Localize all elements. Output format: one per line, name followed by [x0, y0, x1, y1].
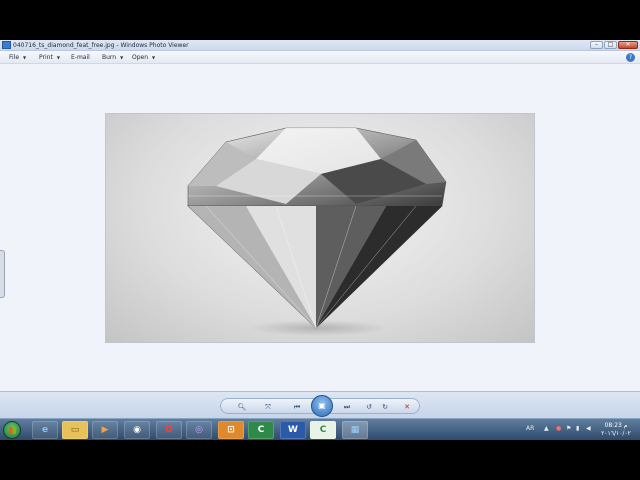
- antivirus-icon[interactable]: ●: [556, 425, 561, 432]
- photo-viewer-icon[interactable]: ▦: [342, 421, 368, 439]
- clock-date: ٢٠١٦/١٠/٠٢: [601, 430, 631, 437]
- photo-viewer-app-icon: [2, 41, 11, 49]
- opera-icon[interactable]: O: [156, 421, 182, 439]
- maximize-button[interactable]: □: [604, 41, 617, 49]
- internet-explorer-icon[interactable]: e: [32, 421, 58, 439]
- side-panel-handle[interactable]: [0, 250, 5, 298]
- menu-email[interactable]: E-mail: [71, 51, 90, 64]
- clock[interactable]: 08:23 م ٢٠١٦/١٠/٠٢: [596, 422, 636, 438]
- magnifier-icon[interactable]: 🔍︎: [233, 401, 251, 413]
- screen: 040716_ts_diamond_feat_free.jpg - Window…: [0, 0, 640, 480]
- delete-icon[interactable]: ✕: [401, 401, 413, 413]
- previous-icon[interactable]: ⏮: [289, 401, 305, 413]
- chrome-icon[interactable]: ◉: [124, 421, 150, 439]
- word-icon[interactable]: W: [280, 421, 306, 439]
- menu-open-label: Open: [132, 54, 149, 61]
- title-bar[interactable]: 040716_ts_diamond_feat_free.jpg - Window…: [0, 40, 640, 51]
- language-indicator[interactable]: AR: [526, 425, 534, 432]
- action-center-icon[interactable]: ⚑: [566, 425, 571, 432]
- chevron-down-icon: ▼: [152, 55, 156, 60]
- media-player-icon[interactable]: ▶: [92, 421, 118, 439]
- menu-file[interactable]: File ▼: [9, 51, 26, 64]
- chevron-down-icon: ▼: [56, 55, 60, 60]
- window-title: 040716_ts_diamond_feat_free.jpg - Window…: [13, 42, 189, 49]
- chevron-down-icon: ▼: [120, 55, 124, 60]
- close-window-button[interactable]: ✕: [618, 41, 638, 49]
- rotate-clockwise-icon[interactable]: ↻: [379, 401, 391, 413]
- fit-icon[interactable]: ⤧: [261, 401, 275, 413]
- system-tray: AR ▲ ● ⚑ ▮ ◀ 08:23 م ٢٠١٦/١٠/٠٢: [520, 419, 640, 441]
- minimize-button[interactable]: –: [590, 41, 603, 49]
- volume-icon[interactable]: ◀: [586, 425, 591, 432]
- start-button[interactable]: [3, 421, 21, 439]
- network-icon[interactable]: ▮: [576, 425, 579, 432]
- image-viewport: [0, 65, 640, 391]
- rotate-counterclockwise-icon[interactable]: ↺: [363, 401, 375, 413]
- menu-email-label: E-mail: [71, 54, 90, 61]
- camtasia-studio-icon[interactable]: C: [248, 421, 274, 439]
- menu-burn[interactable]: Burn ▼: [102, 51, 123, 64]
- menu-print[interactable]: Print ▼: [39, 51, 60, 64]
- slideshow-icon[interactable]: ▣: [311, 395, 333, 417]
- photo-viewer-window: 040716_ts_diamond_feat_free.jpg - Window…: [0, 40, 640, 418]
- taskbar: e ▭ ▶ ◉ O ◎ ⊡ C W C ▦ AR ▲ ● ⚑ ▮ ◀ 08:23…: [0, 418, 640, 440]
- menu-file-label: File: [9, 54, 20, 61]
- next-icon[interactable]: ⏭: [339, 401, 355, 413]
- help-icon[interactable]: ?: [626, 53, 635, 62]
- control-cluster: 🔍︎ ⤧ ⏮ ▣ ⏭ ↺ ↻ ✕: [220, 395, 420, 417]
- diamond-image: [187, 127, 447, 336]
- camtasia-icon[interactable]: C: [310, 421, 336, 439]
- playback-control-bar: 🔍︎ ⤧ ⏮ ▣ ⏭ ↺ ↻ ✕: [0, 391, 640, 418]
- menu-open[interactable]: Open ▼: [132, 51, 155, 64]
- show-hidden-icons-icon[interactable]: ▲: [544, 425, 549, 432]
- diamond-photo: [105, 113, 535, 343]
- menu-bar: File ▼ Print ▼ E-mail Burn ▼ Open ▼ ?: [0, 51, 640, 64]
- clock-time: 08:23 م: [604, 422, 628, 429]
- chevron-down-icon: ▼: [23, 55, 27, 60]
- tor-browser-icon[interactable]: ◎: [186, 421, 212, 439]
- menu-print-label: Print: [39, 54, 53, 61]
- file-explorer-icon[interactable]: ▭: [62, 421, 88, 439]
- camtasia-recorder-icon[interactable]: ⊡: [218, 421, 244, 439]
- menu-burn-label: Burn: [102, 54, 117, 61]
